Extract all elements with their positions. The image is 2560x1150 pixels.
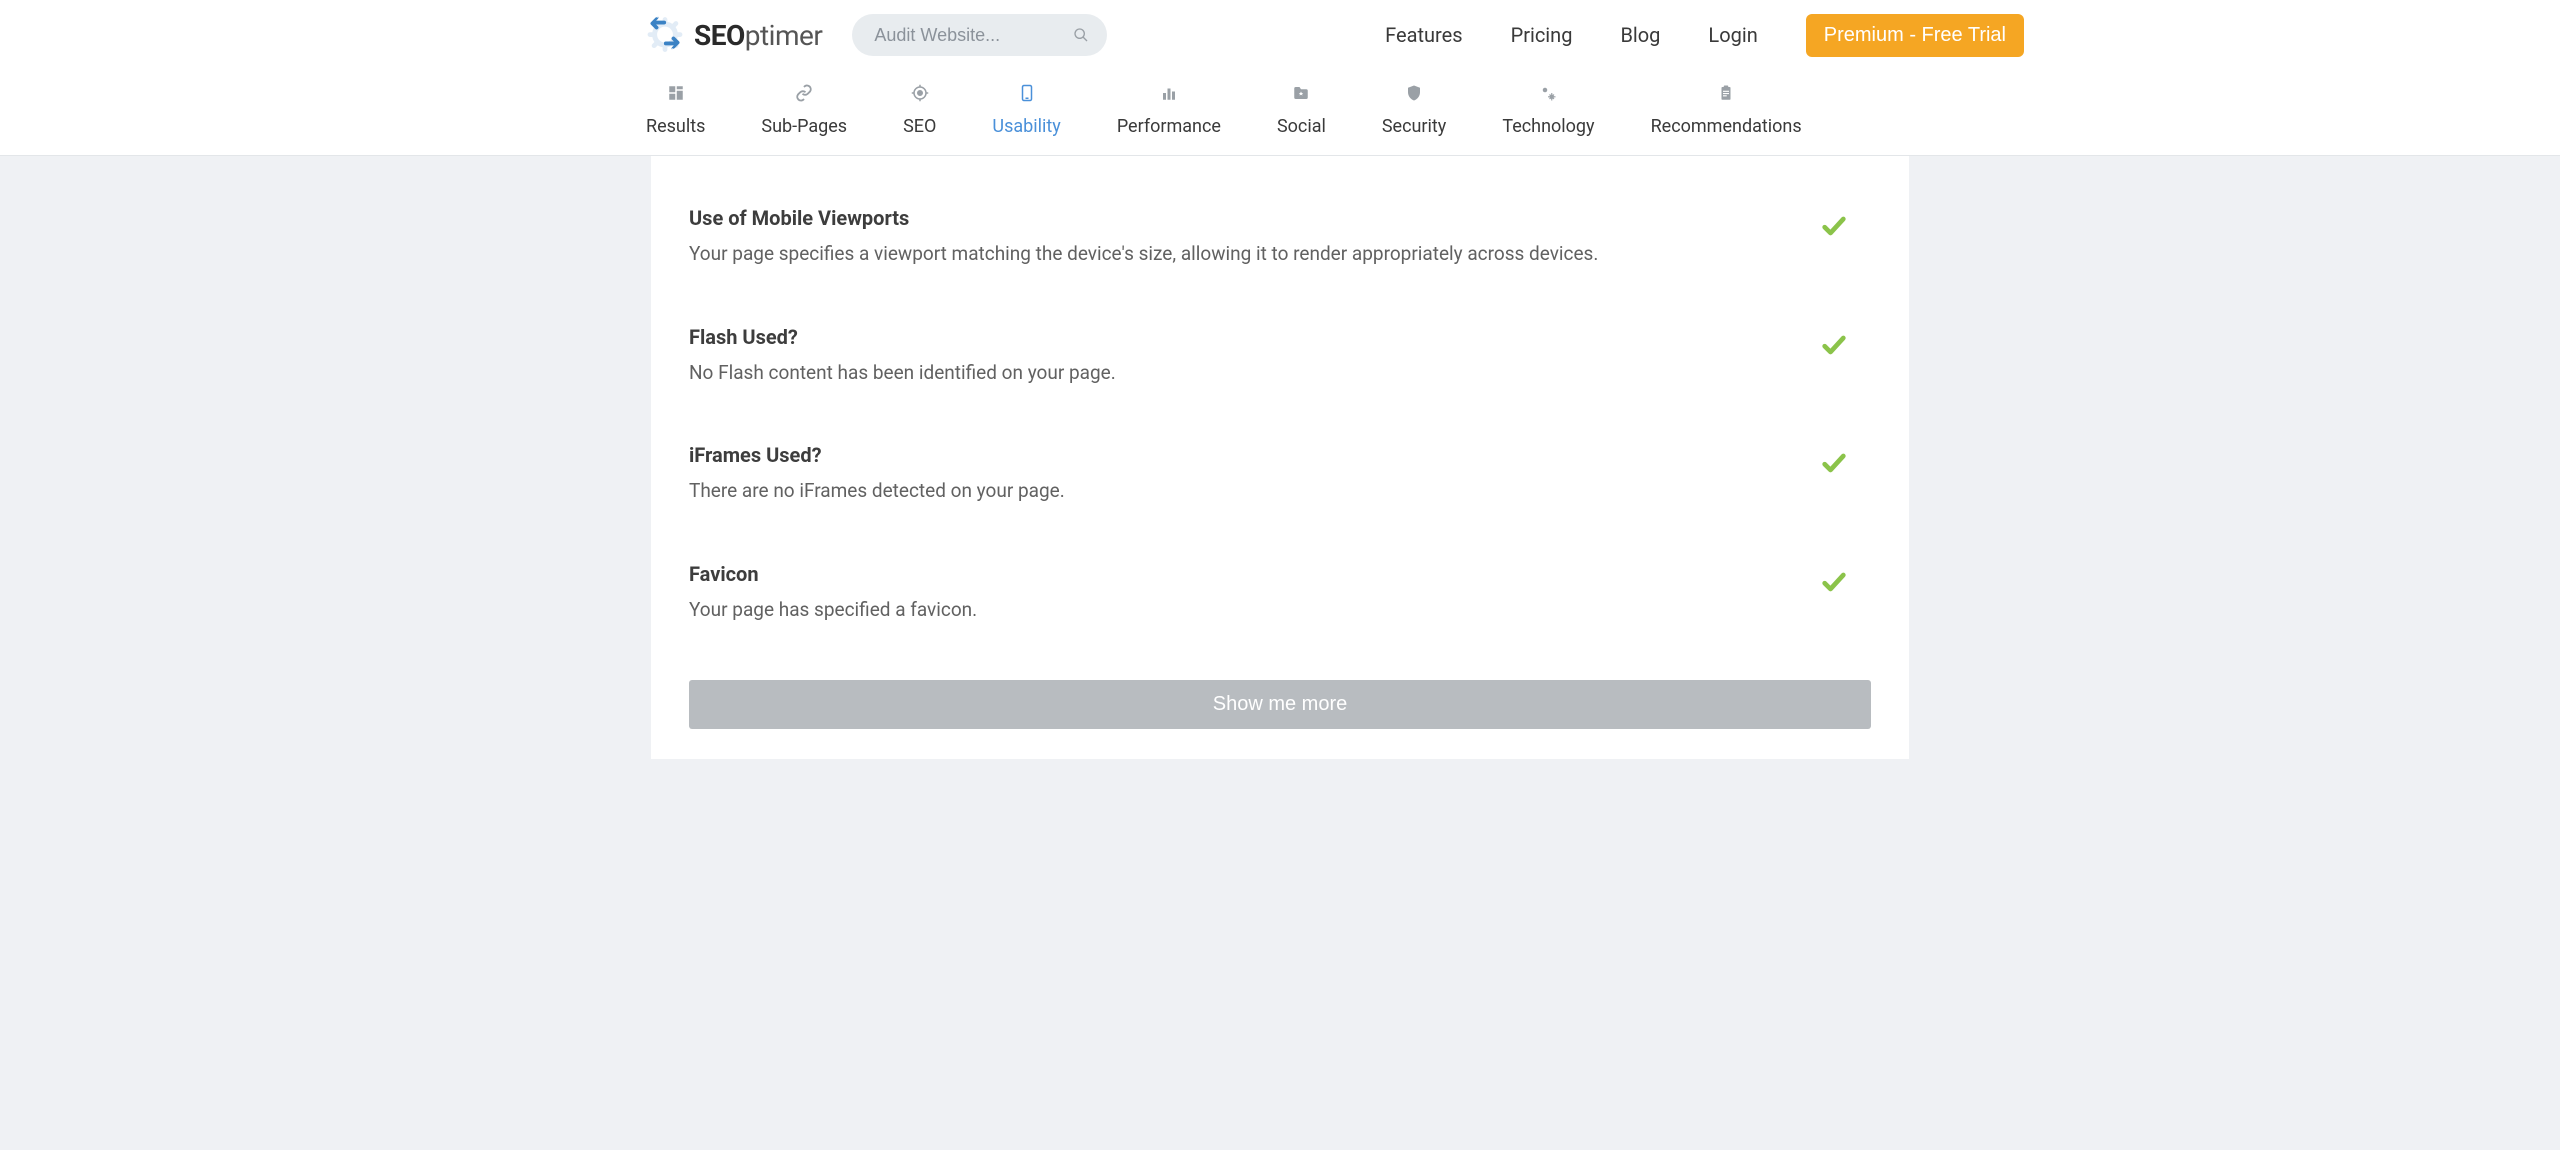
check-title: Use of Mobile Viewports: [689, 206, 1815, 230]
search-wrap: [852, 14, 1107, 56]
tab-usability[interactable]: Usability: [964, 84, 1088, 137]
check-title: Favicon: [689, 562, 1815, 586]
checkmark-icon: [1815, 206, 1871, 244]
grid-icon: [667, 84, 685, 106]
bars-icon: [1160, 84, 1178, 106]
tab-sub-pages[interactable]: Sub-Pages: [733, 84, 875, 137]
nav-pricing[interactable]: Pricing: [1511, 23, 1573, 47]
tab-security[interactable]: Security: [1354, 84, 1474, 137]
nav-features[interactable]: Features: [1385, 23, 1462, 47]
check-row: iFrames Used? There are no iFrames detect…: [689, 443, 1871, 506]
check-description: There are no iFrames detected on your pa…: [689, 477, 1815, 506]
tab-seo[interactable]: SEO: [875, 84, 964, 137]
brand-text: SEOptimer: [694, 19, 822, 52]
brand-logo[interactable]: SEOptimer: [646, 14, 822, 56]
usability-card: Use of Mobile Viewports Your page specifi…: [651, 156, 1909, 759]
shield-icon: [1405, 84, 1423, 106]
target-icon: [911, 84, 929, 106]
tab-label: Technology: [1502, 116, 1594, 137]
clipboard-icon: [1717, 84, 1735, 106]
checkmark-icon: [1815, 325, 1871, 363]
check-row: Use of Mobile Viewports Your page specifi…: [689, 206, 1871, 269]
search-input[interactable]: [852, 14, 1107, 56]
tab-label: Social: [1277, 116, 1326, 137]
check-description: No Flash content has been identified on …: [689, 359, 1815, 388]
tab-label: Sub-Pages: [761, 116, 847, 137]
tab-label: Results: [646, 116, 705, 137]
link-icon: [795, 84, 813, 106]
checkmark-icon: [1815, 443, 1871, 481]
checkmark-icon: [1815, 562, 1871, 600]
show-more-button[interactable]: Show me more: [689, 680, 1871, 729]
tab-label: Performance: [1117, 116, 1221, 137]
check-row: Flash Used? No Flash content has been ide…: [689, 325, 1871, 388]
nav-login[interactable]: Login: [1708, 23, 1757, 47]
check-title: Flash Used?: [689, 325, 1815, 349]
gears-icon: [1539, 84, 1557, 106]
check-description: Your page specifies a viewport matching …: [689, 240, 1815, 269]
tab-performance[interactable]: Performance: [1089, 84, 1249, 137]
device-icon: [1018, 84, 1036, 106]
tab-results[interactable]: Results: [646, 84, 733, 137]
brand-icon: [646, 14, 684, 56]
nav-blog[interactable]: Blog: [1620, 23, 1660, 47]
tab-label: Security: [1382, 116, 1446, 137]
top-navbar: SEOptimer Features Pricing Blog Login Pr…: [0, 0, 2560, 70]
check-description: Your page has specified a favicon.: [689, 596, 1815, 625]
tab-social[interactable]: Social: [1249, 84, 1354, 137]
check-row: Favicon Your page has specified a favicon…: [689, 562, 1871, 625]
report-tabs-bar: Results Sub-Pages SEO Usability Performance S…: [0, 70, 2560, 156]
star-folder-icon: [1292, 84, 1310, 106]
tab-label: SEO: [903, 116, 936, 137]
tab-technology[interactable]: Technology: [1474, 84, 1622, 137]
check-title: iFrames Used?: [689, 443, 1815, 467]
tab-recommendations[interactable]: Recommendations: [1623, 84, 1830, 137]
premium-button[interactable]: Premium - Free Trial: [1806, 14, 2024, 57]
tab-label: Recommendations: [1651, 116, 1802, 137]
tab-label: Usability: [992, 116, 1060, 137]
